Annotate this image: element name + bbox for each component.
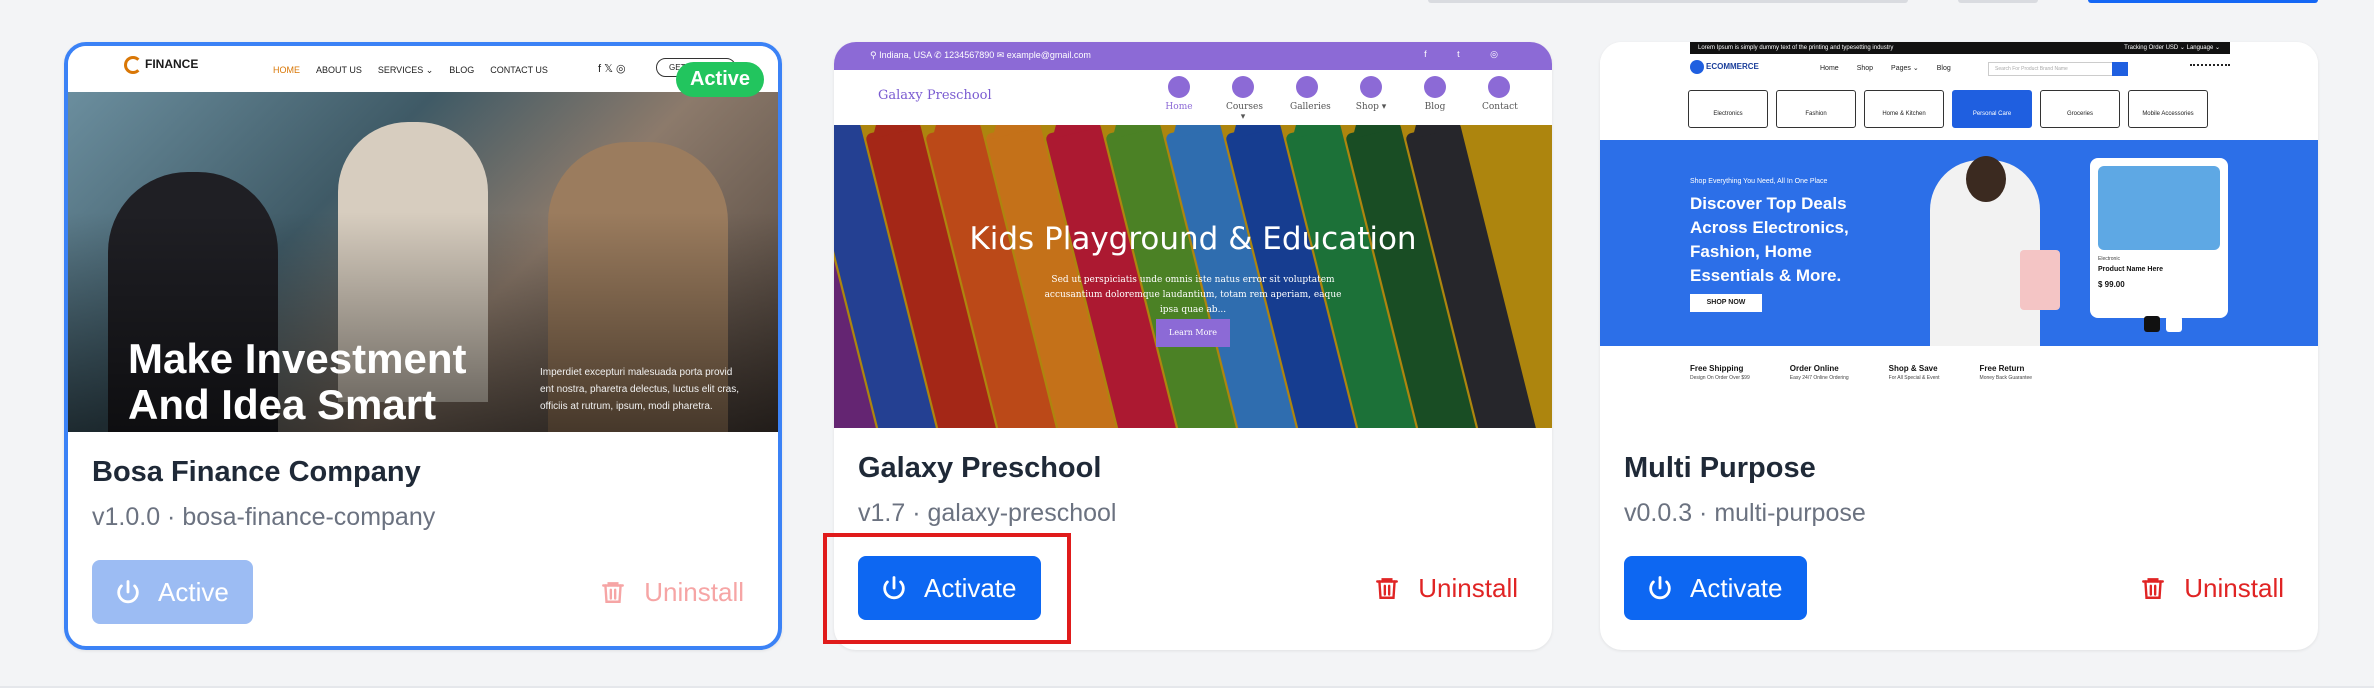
category-row: Electronics Fashion Home & Kitchen Perso… (1688, 90, 2208, 128)
theme-version: v1.7 · galaxy-preschool (858, 499, 1117, 527)
trash-icon (1376, 578, 1399, 599)
theme-version: v0.0.3 · multi-purpose (1624, 499, 1866, 527)
trash-icon (2142, 578, 2165, 599)
product-card: Electronic Product Name Here $ 99.00 (2090, 158, 2228, 318)
trash-icon (602, 582, 625, 603)
theme-thumbnail[interactable]: FINANCE HOME ABOUT US SERVICES ⌄ BLOG CONTAC… (68, 46, 778, 432)
theme-card-bosa-finance: FINANCE HOME ABOUT US SERVICES ⌄ BLOG CONTAC… (64, 42, 782, 650)
thumb-paragraph: Sed ut perspiciatis unde omnis iste natu… (1044, 275, 1342, 315)
power-icon (1649, 576, 1671, 600)
thumb-headline: Make Investment And Idea Smart (128, 335, 467, 428)
thumb-menu: HOME ABOUT US SERVICES ⌄ BLOG CONTACT US (273, 65, 548, 75)
uninstall-button: Uninstall (600, 560, 744, 624)
thumb-announcement-bar: Lorem Ipsum is simply dummy text of the … (1690, 42, 2230, 54)
thumb-navbar: FINANCE HOME ABOUT US SERVICES ⌄ BLOG CONTAC… (68, 46, 778, 92)
thumb-header-icons (2190, 64, 2230, 72)
top-search-stub (1428, 0, 1908, 3)
theme-thumbnail[interactable]: ⚲ Indiana, USA ✆ 1234567890 ✉ example@gm… (834, 42, 1552, 428)
finance-logo: FINANCE (124, 56, 198, 74)
thumb-headline: Discover Top Deals Across Electronics, F… (1690, 194, 1849, 285)
active-button: Active (92, 560, 253, 624)
top-button-stub (1958, 0, 2038, 3)
feature-row: Free Shipping Design On Order Over $99 Or… (1690, 364, 2033, 381)
active-badge: Active (675, 62, 764, 97)
thumb-navbar: Galaxy Preschool Home Courses ▾ Gallerie… (834, 70, 1552, 125)
shop-now-button: SHOP NOW (1690, 294, 1762, 312)
hero-crayons: Kids Playground & Education Sed ut persp… (834, 125, 1552, 428)
learn-more-button: Learn More (1156, 319, 1230, 347)
thumb-menu: Home Courses ▾ Galleries Shop ▾ Blog Con… (1162, 76, 1518, 122)
power-icon (117, 580, 139, 604)
thumb-search: Search For Product Brand Name (1988, 62, 2128, 76)
uninstall-button[interactable]: Uninstall (2140, 556, 2284, 620)
theme-card-multi-purpose: Lorem Ipsum is simply dummy text of the … (1600, 42, 2318, 650)
ecommerce-logo: ECOMMERCE (1690, 60, 1759, 74)
hero-banner: Shop Everything You Need, All In One Pla… (1600, 140, 2318, 346)
theme-version: v1.0.0 · bosa-finance-company (92, 503, 436, 531)
social-icons: f 𝕏 ◎ (598, 63, 626, 75)
theme-name: Bosa Finance Company (92, 456, 421, 488)
uninstall-button[interactable]: Uninstall (1374, 556, 1518, 620)
preschool-brand: Galaxy Preschool (878, 88, 992, 103)
top-primary-button-stub (2088, 0, 2318, 3)
thumb-menu: Home Shop Pages ⌄ Blog (1820, 65, 1951, 72)
theme-name: Galaxy Preschool (858, 452, 1102, 484)
thumb-headline: Kids Playground & Education (969, 221, 1417, 257)
thumb-topbar: ⚲ Indiana, USA ✆ 1234567890 ✉ example@gm… (834, 42, 1552, 70)
thumb-paragraph: Imperdiet excepturi malesuada porta prov… (540, 367, 739, 412)
theme-name: Multi Purpose (1624, 452, 1816, 484)
thumb-navbar: ECOMMERCE Home Shop Pages ⌄ Blog Search For… (1600, 54, 2318, 84)
activate-button[interactable]: Activate (1624, 556, 1807, 620)
highlight-box (823, 533, 1071, 644)
theme-thumbnail[interactable]: Lorem Ipsum is simply dummy text of the … (1600, 42, 2318, 428)
